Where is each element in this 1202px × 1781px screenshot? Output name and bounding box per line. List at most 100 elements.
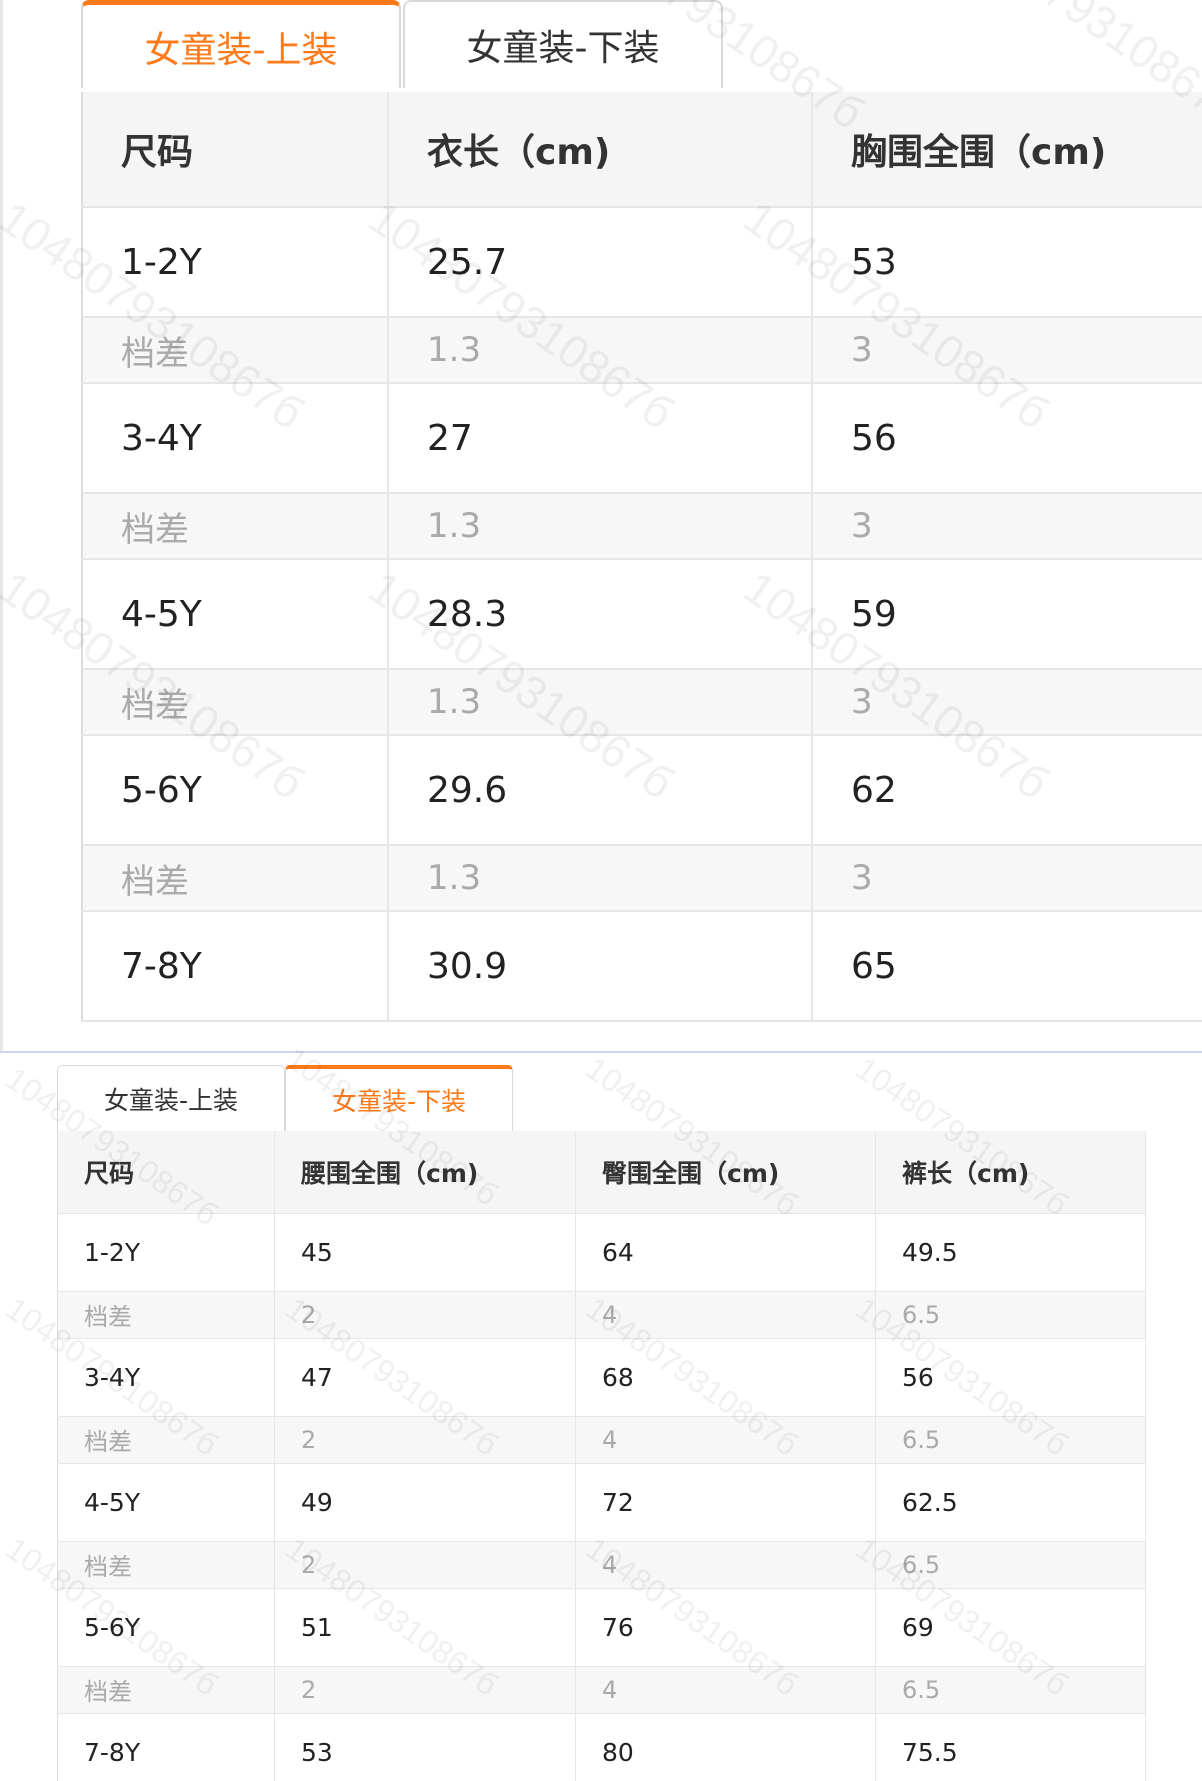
table-cell: 2 (274, 1291, 576, 1339)
table-cell: 6.5 (875, 1666, 1146, 1714)
grade-diff-row: 档差 1.3 3 (82, 493, 1202, 560)
table-cell: 档差 (57, 1291, 275, 1339)
table-cell: 56 (812, 383, 1202, 494)
header-chest: 胸围全围（cm) (812, 92, 1202, 208)
table-row: 7-8Y 53 80 75.5 (57, 1713, 1146, 1781)
header-size: 尺码 (82, 92, 389, 208)
table-cell: 2 (274, 1666, 576, 1714)
table-cell: 49.5 (875, 1213, 1146, 1292)
table-cell: 1.3 (388, 493, 813, 560)
table-row: 3-4Y 27 56 (82, 383, 1202, 494)
header-length: 衣长（cm) (388, 92, 813, 208)
table-cell: 2 (274, 1541, 576, 1589)
tab-girls-bottoms[interactable]: 女童装-下装 (403, 0, 723, 88)
table-cell: 6.5 (875, 1541, 1146, 1589)
table-cell: 7-8Y (57, 1713, 275, 1781)
table-row: 5-6Y 29.6 62 (82, 735, 1202, 846)
table-cell: 档差 (57, 1416, 275, 1464)
header-size: 尺码 (57, 1131, 275, 1214)
tab-girls-tops[interactable]: 女童装-上装 (57, 1065, 285, 1131)
table-header-row: 尺码 衣长（cm) 胸围全围（cm) (82, 92, 1202, 208)
table-cell: 4-5Y (82, 559, 389, 670)
table-cell: 档差 (82, 845, 389, 912)
table-cell: 59 (812, 559, 1202, 670)
table-cell: 3-4Y (57, 1338, 275, 1417)
table-row: 1-2Y 45 64 49.5 (57, 1213, 1146, 1292)
table-cell: 1.3 (388, 669, 813, 736)
table-cell: 72 (575, 1463, 876, 1542)
grade-diff-row: 档差 1.3 3 (82, 317, 1202, 384)
table-cell: 30.9 (388, 911, 813, 1022)
table-cell: 1.3 (388, 845, 813, 912)
table-row: 3-4Y 47 68 56 (57, 1338, 1146, 1417)
table-cell: 2 (274, 1416, 576, 1464)
tab-girls-bottoms[interactable]: 女童装-下装 (285, 1065, 513, 1131)
table-cell: 53 (812, 207, 1202, 318)
table-cell: 4 (575, 1541, 876, 1589)
table-cell: 62 (812, 735, 1202, 846)
table-cell: 6.5 (875, 1416, 1146, 1464)
bottom-size-panel: 女童装-上装 女童装-下装 尺码 腰围全围（cm) 臀围全围（cm) 裤长（cm… (0, 1051, 1202, 1781)
table-cell: 65 (812, 911, 1202, 1022)
header-pants-length: 裤长（cm) (875, 1131, 1146, 1214)
table-cell: 29.6 (388, 735, 813, 846)
table-cell: 69 (875, 1588, 1146, 1667)
table-cell: 47 (274, 1338, 576, 1417)
table-cell: 4 (575, 1416, 876, 1464)
table-cell: 25.7 (388, 207, 813, 318)
table-row: 4-5Y 28.3 59 (82, 559, 1202, 670)
grade-diff-row: 档差 2 4 6.5 (57, 1541, 1146, 1589)
table-cell: 80 (575, 1713, 876, 1781)
table-cell: 75.5 (875, 1713, 1146, 1781)
table-row: 5-6Y 51 76 69 (57, 1588, 1146, 1667)
table-cell: 档差 (57, 1666, 275, 1714)
table-cell: 4-5Y (57, 1463, 275, 1542)
grade-diff-row: 档差 1.3 3 (82, 845, 1202, 912)
table-cell: 1-2Y (82, 207, 389, 318)
tab-girls-tops[interactable]: 女童装-上装 (81, 0, 401, 88)
table-cell: 档差 (82, 317, 389, 384)
table-cell: 27 (388, 383, 813, 494)
table-cell: 4 (575, 1291, 876, 1339)
table-cell: 62.5 (875, 1463, 1146, 1542)
grade-diff-row: 档差 2 4 6.5 (57, 1416, 1146, 1464)
table-row: 1-2Y 25.7 53 (82, 207, 1202, 318)
size-chart-page: 女童装-上装 女童装-下装 尺码 衣长（cm) 胸围全围（cm) 1-2Y 25.… (0, 0, 1202, 1781)
table-header-row: 尺码 腰围全围（cm) 臀围全围（cm) 裤长（cm) (57, 1131, 1146, 1214)
grade-diff-row: 档差 2 4 6.5 (57, 1666, 1146, 1714)
table-cell: 6.5 (875, 1291, 1146, 1339)
top-tabs: 女童装-上装 女童装-下装 (81, 0, 723, 90)
table-row: 7-8Y 30.9 65 (82, 911, 1202, 1022)
table-cell: 4 (575, 1666, 876, 1714)
table-cell: 1-2Y (57, 1213, 275, 1292)
header-waist: 腰围全围（cm) (274, 1131, 576, 1214)
bottoms-size-table: 尺码 腰围全围（cm) 臀围全围（cm) 裤长（cm) 1-2Y 45 64 49.5… (57, 1131, 1146, 1781)
table-cell: 5-6Y (57, 1588, 275, 1667)
table-cell: 档差 (82, 669, 389, 736)
top-size-panel: 女童装-上装 女童装-下装 尺码 衣长（cm) 胸围全围（cm) 1-2Y 25.… (0, 0, 1202, 1051)
bottom-tabs: 女童装-上装 女童装-下装 (57, 1065, 513, 1131)
table-cell: 3 (812, 493, 1202, 560)
table-cell: 64 (575, 1213, 876, 1292)
table-row: 4-5Y 49 72 62.5 (57, 1463, 1146, 1542)
grade-diff-row: 档差 1.3 3 (82, 669, 1202, 736)
table-cell: 3 (812, 845, 1202, 912)
table-cell: 5-6Y (82, 735, 389, 846)
table-cell: 档差 (57, 1541, 275, 1589)
table-cell: 3 (812, 317, 1202, 384)
tops-size-table: 尺码 衣长（cm) 胸围全围（cm) 1-2Y 25.7 53 档差 1.3 3 3-4Y 2… (81, 92, 1202, 1022)
table-cell: 7-8Y (82, 911, 389, 1022)
table-cell: 68 (575, 1338, 876, 1417)
table-cell: 76 (575, 1588, 876, 1667)
grade-diff-row: 档差 2 4 6.5 (57, 1291, 1146, 1339)
table-cell: 45 (274, 1213, 576, 1292)
table-cell: 档差 (82, 493, 389, 560)
table-cell: 28.3 (388, 559, 813, 670)
table-cell: 3-4Y (82, 383, 389, 494)
table-cell: 51 (274, 1588, 576, 1667)
table-cell: 53 (274, 1713, 576, 1781)
table-cell: 49 (274, 1463, 576, 1542)
table-cell: 56 (875, 1338, 1146, 1417)
table-cell: 3 (812, 669, 1202, 736)
header-hip: 臀围全围（cm) (575, 1131, 876, 1214)
